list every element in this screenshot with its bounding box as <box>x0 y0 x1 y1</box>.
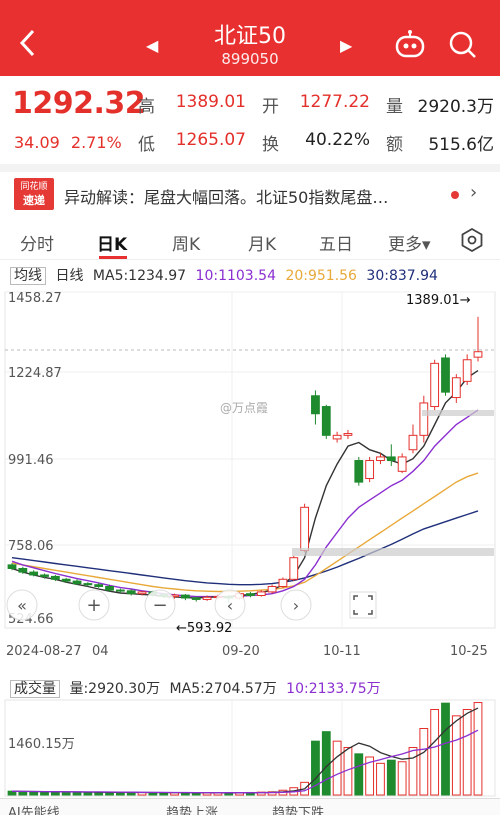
volume-bar <box>419 728 429 796</box>
y-tick-label: 991.46 <box>8 453 54 468</box>
volume-bar <box>29 791 39 796</box>
volume-bar <box>332 740 342 796</box>
ma30-line <box>11 510 479 586</box>
candle-body <box>94 584 104 587</box>
svg-text:›: › <box>293 596 299 615</box>
chart-grid <box>4 291 496 797</box>
candle-body <box>246 593 255 596</box>
indicator-uptrend[interactable]: 趋势上涨 <box>166 802 218 815</box>
svg-text:−: − <box>152 595 167 616</box>
volume-legend: 成交量 量:2920.30万 MA5:2704.57万 10:2133.75万 <box>10 678 386 698</box>
y-tick-label: 758.06 <box>8 539 54 554</box>
scroll-left-button[interactable]: ‹ <box>214 589 246 621</box>
candle-body <box>29 571 39 576</box>
indicator-downtrend[interactable]: 趋势下跌 <box>272 802 324 815</box>
candle-body <box>180 594 190 599</box>
plot-frame <box>4 291 496 629</box>
candle-body <box>256 591 266 596</box>
svg-text:+: + <box>86 595 101 616</box>
volume-ma5-legend: MA5:2704.57万 <box>169 681 277 697</box>
x-tick-label: 10-11 <box>323 644 361 659</box>
candle-body <box>430 362 440 408</box>
candle-body <box>300 506 310 552</box>
ma10-line <box>11 409 479 598</box>
watermark: @万点霞 <box>220 401 268 415</box>
candle-body <box>321 406 331 436</box>
candle-body <box>83 583 93 586</box>
candle-body <box>61 578 71 582</box>
indicator-strip: AI先能线 趋势上涨 趋势下跌 <box>0 798 500 815</box>
volume-series <box>7 702 483 796</box>
candle-body <box>7 564 17 569</box>
volume-bar <box>408 747 418 796</box>
volume-y-tick: 1460.15万 <box>8 737 75 752</box>
svg-text:«: « <box>17 596 27 615</box>
volume-bar <box>354 753 364 796</box>
candle-body <box>115 589 125 592</box>
candle-body <box>462 359 472 382</box>
svg-text:‹: ‹ <box>227 596 233 615</box>
volume-bar <box>441 702 450 796</box>
candle-body <box>343 433 353 436</box>
candle-body <box>354 460 364 483</box>
volume-ma-lines <box>11 707 479 794</box>
candle-body <box>50 575 60 580</box>
volume-bar <box>451 715 461 796</box>
price-zone-band <box>422 410 494 416</box>
candle-body <box>18 567 28 573</box>
volume-bar <box>462 709 472 796</box>
candle-body <box>441 357 450 393</box>
price-zone-band <box>292 548 494 556</box>
candle-body <box>473 351 483 358</box>
candle-body <box>365 460 375 480</box>
indicator-ai[interactable]: AI先能线 <box>8 802 60 815</box>
volume-bar <box>376 762 385 796</box>
candle-body <box>267 585 277 593</box>
volume-bar <box>50 791 60 796</box>
candle-body <box>376 456 385 462</box>
volume-ma5-line <box>11 707 479 794</box>
min-price-marker: ←593.92 <box>176 621 232 636</box>
candle-body <box>137 591 147 595</box>
x-tick-label: 04 <box>92 644 109 659</box>
scroll-right-button[interactable]: › <box>280 589 312 621</box>
candle-body <box>386 456 396 462</box>
candle-body <box>72 580 82 585</box>
candle-body <box>105 585 114 591</box>
y-tick-label: 1458.27 <box>8 291 62 306</box>
volume-ma10-line <box>11 729 479 794</box>
candle-body <box>451 377 461 399</box>
volume-bar <box>40 791 49 796</box>
volume-bar <box>397 761 407 796</box>
candle-body <box>311 395 320 415</box>
candle-body <box>397 456 407 472</box>
candle-body <box>289 557 299 580</box>
candle-body <box>40 574 49 577</box>
max-price-marker: 1389.01→ <box>406 293 471 308</box>
candle-body <box>408 434 418 451</box>
candle-body <box>191 597 201 600</box>
candle-body <box>278 578 288 587</box>
volume-ma10-legend: 10:2133.75万 <box>286 681 381 697</box>
candle-body <box>202 596 212 600</box>
volume-bar <box>473 702 483 796</box>
fullscreen-icon[interactable] <box>349 591 377 619</box>
volume-indicator-selector[interactable]: 成交量 <box>10 680 60 698</box>
zoom-out-minus-button[interactable]: − <box>144 589 176 621</box>
x-tick-label: 10-25 <box>450 644 488 659</box>
y-tick-label: 1224.87 <box>8 366 62 381</box>
zoom-in-plus-button[interactable]: + <box>78 589 110 621</box>
volume-bar <box>61 791 71 796</box>
x-tick-label: 09-20 <box>222 644 260 659</box>
volume-value-legend: 量:2920.30万 <box>69 681 161 697</box>
ma20-line <box>11 472 479 593</box>
zoom-out-button[interactable]: « <box>6 589 38 621</box>
volume-bar <box>430 709 440 796</box>
volume-bar <box>386 759 396 796</box>
x-tick-label: 2024-08-27 <box>6 644 82 659</box>
candle-body <box>126 590 136 595</box>
candle-body <box>332 434 342 440</box>
candle-body <box>419 402 429 436</box>
